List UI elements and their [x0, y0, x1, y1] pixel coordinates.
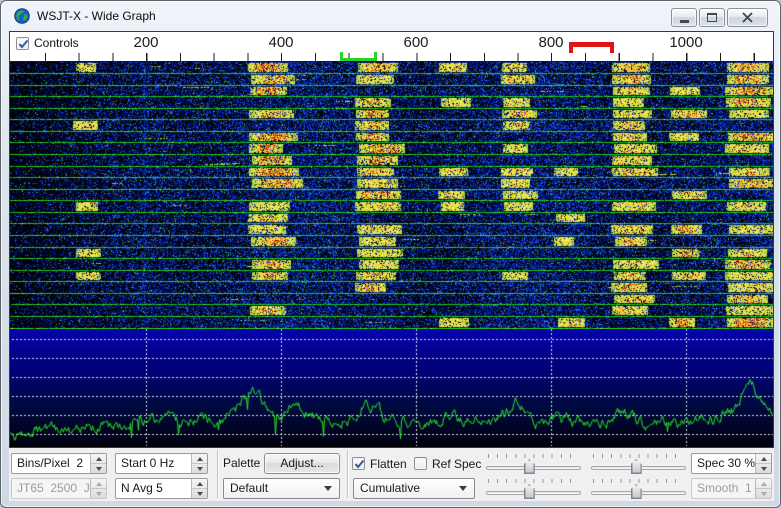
spectrum-gain-slider[interactable]: [486, 479, 581, 499]
ref-spec-checkbox[interactable]: Ref Spec: [414, 453, 481, 474]
minimize-icon: [680, 20, 689, 23]
wsjtx-wide-graph-window: WSJT-X - Wide Graph Controls: [0, 0, 781, 508]
spin-buttons[interactable]: [90, 454, 106, 473]
checkbox-box: [414, 457, 427, 470]
palette-combo[interactable]: Default: [223, 478, 340, 499]
adjust-palette-button[interactable]: Adjust...: [264, 453, 340, 474]
spin-buttons[interactable]: [191, 479, 207, 498]
combo-arrow-icon: [459, 486, 467, 491]
spin-up-icon: [96, 482, 102, 486]
jt65-jt9-split-spinbox: JT65 2500 JT9: [11, 478, 107, 499]
ref-spec-label: Ref Spec: [432, 457, 481, 471]
client-area: Controls 200 400 600 800 1000 Bins/Pixel…: [9, 31, 774, 501]
freq-label-200: 200: [133, 34, 158, 51]
spin-up-icon: [761, 457, 767, 461]
spin-down-icon: [96, 492, 102, 496]
checkbox-box: [352, 457, 365, 470]
slider-thumb[interactable]: [524, 484, 535, 499]
frequency-scale[interactable]: Controls 200 400 600 800 1000: [10, 32, 773, 62]
window-title: WSJT-X - Wide Graph: [37, 9, 156, 23]
minimize-button[interactable]: [671, 8, 697, 27]
freq-label-800: 800: [538, 34, 563, 51]
slider-ticks: [488, 454, 579, 458]
plot-area: Controls 200 400 600 800 1000: [9, 31, 774, 448]
freq-label-600: 600: [403, 34, 428, 51]
spec-percent-spinbox[interactable]: Spec 30 %: [691, 453, 772, 474]
check-icon: [354, 459, 365, 470]
spin-buttons[interactable]: [755, 454, 771, 473]
spin-buttons: [90, 479, 106, 498]
combo-arrow-icon: [324, 486, 332, 491]
maximize-icon: [707, 13, 717, 22]
check-icon: [18, 39, 29, 50]
bins-per-pixel-spinbox[interactable]: Bins/Pixel 2: [11, 453, 107, 474]
checkbox-box: [16, 37, 29, 50]
spin-down-icon: [96, 467, 102, 471]
spin-down-icon: [197, 467, 203, 471]
flatten-label: Flatten: [370, 457, 407, 471]
slider-ticks: [593, 479, 684, 483]
flatten-checkbox[interactable]: Flatten: [352, 453, 407, 474]
close-button[interactable]: [727, 8, 768, 27]
controls-label: Controls: [34, 36, 79, 50]
separator: [347, 450, 349, 498]
waterfall-gain-slider[interactable]: [486, 454, 581, 474]
maximize-button[interactable]: [699, 8, 725, 27]
jt65-jt9-split-value: JT65 2500 JT9: [12, 479, 90, 498]
separator: [217, 450, 219, 498]
spec-percent-value: Spec 30 %: [692, 454, 755, 473]
bins-per-pixel-value: Bins/Pixel 2: [12, 454, 90, 473]
spin-up-icon: [761, 482, 767, 486]
slider-ticks: [488, 479, 579, 483]
freq-label-1000: 1000: [669, 34, 702, 51]
spin-buttons[interactable]: [191, 454, 207, 473]
control-panel: Bins/Pixel 2 Start 0 Hz Palette Adjust..…: [9, 448, 774, 501]
controls-checkbox[interactable]: Controls: [16, 36, 79, 50]
spin-down-icon: [761, 467, 767, 471]
spectrum-zero-slider[interactable]: [591, 479, 686, 499]
close-icon: [741, 12, 754, 23]
spin-up-icon: [197, 457, 203, 461]
freq-label-400: 400: [268, 34, 293, 51]
smooth-spinbox: Smooth 1: [691, 478, 772, 499]
n-avg-value: N Avg 5: [116, 479, 191, 498]
spin-buttons: [755, 479, 771, 498]
spin-up-icon: [96, 457, 102, 461]
slider-thumb[interactable]: [631, 459, 642, 474]
tx-frequency-marker: [569, 42, 614, 53]
display-mode-value: Cumulative: [354, 479, 459, 498]
start-frequency-value: Start 0 Hz: [116, 454, 191, 473]
smooth-value: Smooth 1: [692, 479, 755, 498]
spin-down-icon: [761, 492, 767, 496]
slider-thumb[interactable]: [524, 459, 535, 474]
display-mode-combo[interactable]: Cumulative: [353, 478, 475, 499]
spin-up-icon: [197, 482, 203, 486]
titlebar[interactable]: WSJT-X - Wide Graph: [1, 1, 780, 31]
palette-label: Palette: [223, 453, 260, 474]
rx-frequency-marker: [340, 52, 377, 61]
waterfall-canvas[interactable]: [10, 62, 773, 329]
palette-combo-value: Default: [224, 479, 324, 498]
scale-tick-marks: [45, 53, 757, 61]
slider-ticks: [593, 454, 684, 458]
app-icon: [14, 8, 30, 24]
n-avg-spinbox[interactable]: N Avg 5: [115, 478, 208, 499]
spectrum-canvas[interactable]: [10, 329, 773, 446]
waterfall-zero-slider[interactable]: [591, 454, 686, 474]
start-frequency-spinbox[interactable]: Start 0 Hz: [115, 453, 208, 474]
spin-down-icon: [197, 492, 203, 496]
slider-thumb[interactable]: [631, 484, 642, 499]
